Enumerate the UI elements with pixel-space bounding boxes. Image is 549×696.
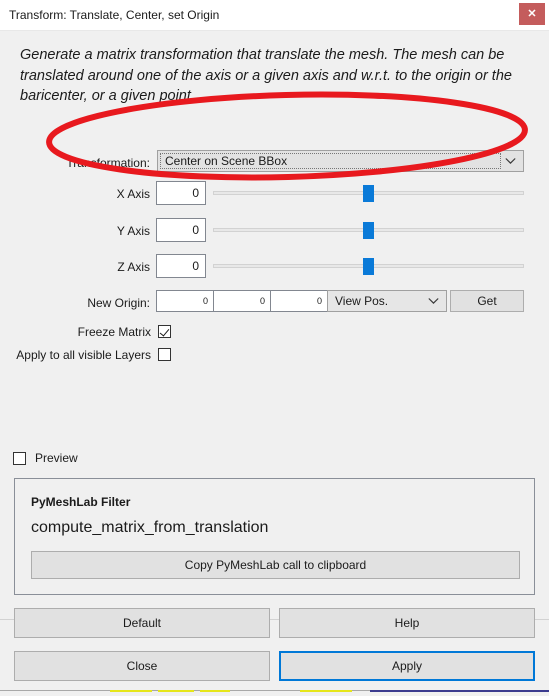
z-axis-label: Z Axis — [117, 260, 150, 274]
get-button[interactable]: Get — [450, 290, 524, 312]
copy-pymeshlab-call-button[interactable]: Copy PyMeshLab call to clipboard — [31, 551, 520, 579]
y-axis-input[interactable]: 0 — [156, 218, 206, 242]
default-button[interactable]: Default — [14, 608, 270, 638]
x-axis-slider[interactable] — [213, 183, 524, 203]
bottom-yellow-segment — [158, 690, 194, 692]
new-origin-z-value: 0 — [316, 296, 322, 306]
new-origin-mode-value: View Pos. — [335, 294, 389, 308]
y-axis-value: 0 — [192, 223, 199, 237]
apply-all-layers-row[interactable]: Apply to all visible Layers — [0, 346, 175, 364]
new-origin-y-value: 0 — [259, 296, 265, 306]
new-origin-x-value: 0 — [202, 296, 208, 306]
new-origin-y-input[interactable]: 0 — [213, 290, 271, 312]
y-axis-slider[interactable] — [213, 220, 524, 240]
chevron-down-icon — [505, 158, 516, 165]
x-axis-label: X Axis — [116, 187, 150, 201]
window-title-bar: Transform: Translate, Center, set Origin… — [0, 0, 549, 31]
bottom-yellow-segment — [300, 690, 352, 692]
z-axis-input[interactable]: 0 — [156, 254, 206, 278]
preview-label: Preview — [35, 451, 78, 465]
new-origin-label: New Origin: — [87, 296, 150, 310]
preview-row[interactable]: Preview — [13, 451, 78, 465]
preview-checkbox[interactable] — [13, 451, 26, 465]
transformation-label: Transformation: — [66, 156, 150, 170]
dialog-description: Generate a matrix transformation that tr… — [20, 47, 512, 105]
freeze-matrix-label: Freeze Matrix — [77, 325, 151, 339]
pymeshlab-panel-title: PyMeshLab Filter — [31, 495, 131, 509]
window-title: Transform: Translate, Center, set Origin — [9, 8, 220, 22]
x-axis-slider-handle[interactable] — [363, 185, 374, 202]
y-axis-label: Y Axis — [116, 224, 150, 238]
help-button[interactable]: Help — [279, 608, 535, 638]
z-axis-slider-handle[interactable] — [363, 258, 374, 275]
new-origin-mode-select[interactable]: View Pos. — [327, 290, 447, 312]
bottom-edge-strip — [0, 689, 549, 696]
close-icon[interactable]: ✕ — [519, 3, 545, 25]
new-origin-x-input[interactable]: 0 — [156, 290, 214, 312]
freeze-matrix-row[interactable]: Freeze Matrix — [0, 323, 175, 341]
bottom-yellow-segment — [110, 690, 152, 692]
x-axis-value: 0 — [192, 186, 199, 200]
transformation-value: Center on Scene BBox — [165, 154, 288, 168]
close-button[interactable]: Close — [14, 651, 270, 681]
z-axis-value: 0 — [192, 259, 199, 273]
transformation-select[interactable]: Center on Scene BBox — [157, 150, 524, 172]
pymeshlab-filter-name: compute_matrix_from_translation — [31, 519, 269, 536]
bottom-yellow-segment — [200, 690, 230, 692]
apply-all-layers-label: Apply to all visible Layers — [16, 348, 151, 362]
x-axis-input[interactable]: 0 — [156, 181, 206, 205]
freeze-matrix-checkbox[interactable] — [158, 325, 171, 338]
apply-all-layers-checkbox[interactable] — [158, 348, 171, 361]
new-origin-z-input[interactable]: 0 — [270, 290, 328, 312]
bottom-blue-line — [370, 690, 549, 692]
y-axis-slider-handle[interactable] — [363, 222, 374, 239]
dialog-body: Generate a matrix transformation that tr… — [0, 31, 549, 689]
pymeshlab-filter-panel: PyMeshLab Filter compute_matrix_from_tra… — [14, 478, 535, 595]
chevron-down-icon — [428, 298, 439, 305]
apply-button[interactable]: Apply — [279, 651, 535, 681]
z-axis-slider[interactable] — [213, 256, 524, 276]
